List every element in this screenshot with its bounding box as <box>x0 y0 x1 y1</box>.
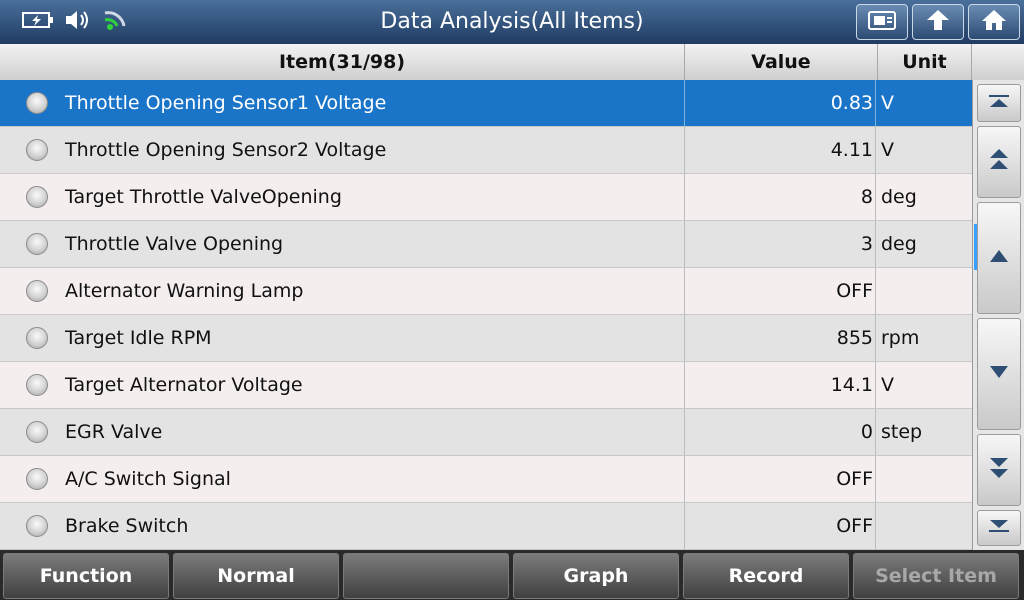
row-unit: rpm <box>881 327 920 349</box>
bottom-toolbar: Function Normal Graph Record Select Item <box>0 550 1024 600</box>
row-unit: step <box>881 421 923 443</box>
row-unit <box>878 280 881 302</box>
row-unit: deg <box>881 186 917 208</box>
row-value: 8 <box>860 186 873 208</box>
back-icon <box>925 8 951 36</box>
row-name: Target Idle RPM <box>65 327 212 349</box>
back-button[interactable] <box>912 4 964 40</box>
row-name: Target Throttle ValveOpening <box>65 186 342 208</box>
row-value: OFF <box>836 515 873 537</box>
row-unit: V <box>881 92 894 114</box>
row-radio[interactable] <box>26 374 48 396</box>
row-unit: V <box>881 374 894 396</box>
row-radio[interactable] <box>26 186 48 208</box>
home-icon <box>981 8 1007 36</box>
table-row[interactable]: Brake Switch OFF <box>0 503 972 550</box>
home-button[interactable] <box>968 4 1020 40</box>
line-up-icon <box>987 248 1011 268</box>
line-up-button[interactable] <box>977 202 1021 314</box>
row-radio[interactable] <box>26 92 48 114</box>
scroll-bottom-button[interactable] <box>977 510 1021 546</box>
table-row[interactable]: Throttle Opening Sensor2 Voltage 4.11 V <box>0 127 972 174</box>
select-item-button[interactable]: Select Item <box>853 553 1019 599</box>
row-name: Throttle Opening Sensor1 Voltage <box>65 92 387 114</box>
table-row[interactable]: Alternator Warning Lamp OFF <box>0 268 972 315</box>
row-value: 4.11 <box>830 139 873 161</box>
column-header-scroll <box>972 44 1024 80</box>
page-up-button[interactable] <box>977 126 1021 198</box>
row-radio[interactable] <box>26 280 48 302</box>
table-row[interactable]: EGR Valve 0 step <box>0 409 972 456</box>
row-unit <box>878 515 881 537</box>
row-radio[interactable] <box>26 468 48 490</box>
row-value: OFF <box>836 468 873 490</box>
table-row[interactable]: Throttle Opening Sensor1 Voltage 0.83 V <box>0 80 972 127</box>
page-down-icon <box>987 455 1011 485</box>
scroll-top-icon <box>987 93 1011 113</box>
page-up-icon <box>987 147 1011 177</box>
row-value: OFF <box>836 280 873 302</box>
row-unit: V <box>881 139 894 161</box>
table-header: Item(31/98) Value Unit <box>0 44 1024 81</box>
row-value: 14.1 <box>830 374 873 396</box>
screenshot-icon <box>867 9 897 35</box>
row-name: A/C Switch Signal <box>65 468 231 490</box>
screenshot-button[interactable] <box>856 4 908 40</box>
row-radio[interactable] <box>26 139 48 161</box>
graph-button[interactable]: Graph <box>513 553 679 599</box>
row-radio[interactable] <box>26 421 48 443</box>
normal-button[interactable]: Normal <box>173 553 339 599</box>
empty-button[interactable] <box>343 553 509 599</box>
column-header-item: Item(31/98) <box>0 44 685 80</box>
table-row[interactable]: Target Idle RPM 855 rpm <box>0 315 972 362</box>
table-row[interactable]: A/C Switch Signal OFF <box>0 456 972 503</box>
row-name: Brake Switch <box>65 515 189 537</box>
row-value: 0 <box>860 421 873 443</box>
scroll-controls <box>972 80 1024 550</box>
row-name: Throttle Valve Opening <box>65 233 284 255</box>
table-row[interactable]: Target Alternator Voltage 14.1 V <box>0 362 972 409</box>
line-down-icon <box>987 364 1011 384</box>
column-header-unit: Unit <box>878 44 972 80</box>
row-radio[interactable] <box>26 515 48 537</box>
function-button[interactable]: Function <box>3 553 169 599</box>
row-unit: deg <box>881 233 917 255</box>
page-down-button[interactable] <box>977 434 1021 506</box>
line-down-button[interactable] <box>977 318 1021 430</box>
column-header-value: Value <box>685 44 878 80</box>
row-value: 855 <box>836 327 873 349</box>
row-radio[interactable] <box>26 327 48 349</box>
row-name: Alternator Warning Lamp <box>65 280 304 302</box>
row-unit <box>878 468 881 490</box>
table-row[interactable]: Throttle Valve Opening 3 deg <box>0 221 972 268</box>
title-bar: Data Analysis(All Items) <box>0 0 1024 44</box>
row-value: 0.83 <box>830 92 873 114</box>
row-name: EGR Valve <box>65 421 163 443</box>
data-list: Throttle Opening Sensor1 Voltage 0.83 V … <box>0 80 972 550</box>
row-radio[interactable] <box>26 233 48 255</box>
row-name: Target Alternator Voltage <box>65 374 303 396</box>
scroll-bottom-icon <box>987 518 1011 538</box>
scroll-top-button[interactable] <box>977 84 1021 122</box>
row-name: Throttle Opening Sensor2 Voltage <box>65 139 387 161</box>
record-button[interactable]: Record <box>683 553 849 599</box>
row-value: 3 <box>860 233 873 255</box>
table-row[interactable]: Target Throttle ValveOpening 8 deg <box>0 174 972 221</box>
